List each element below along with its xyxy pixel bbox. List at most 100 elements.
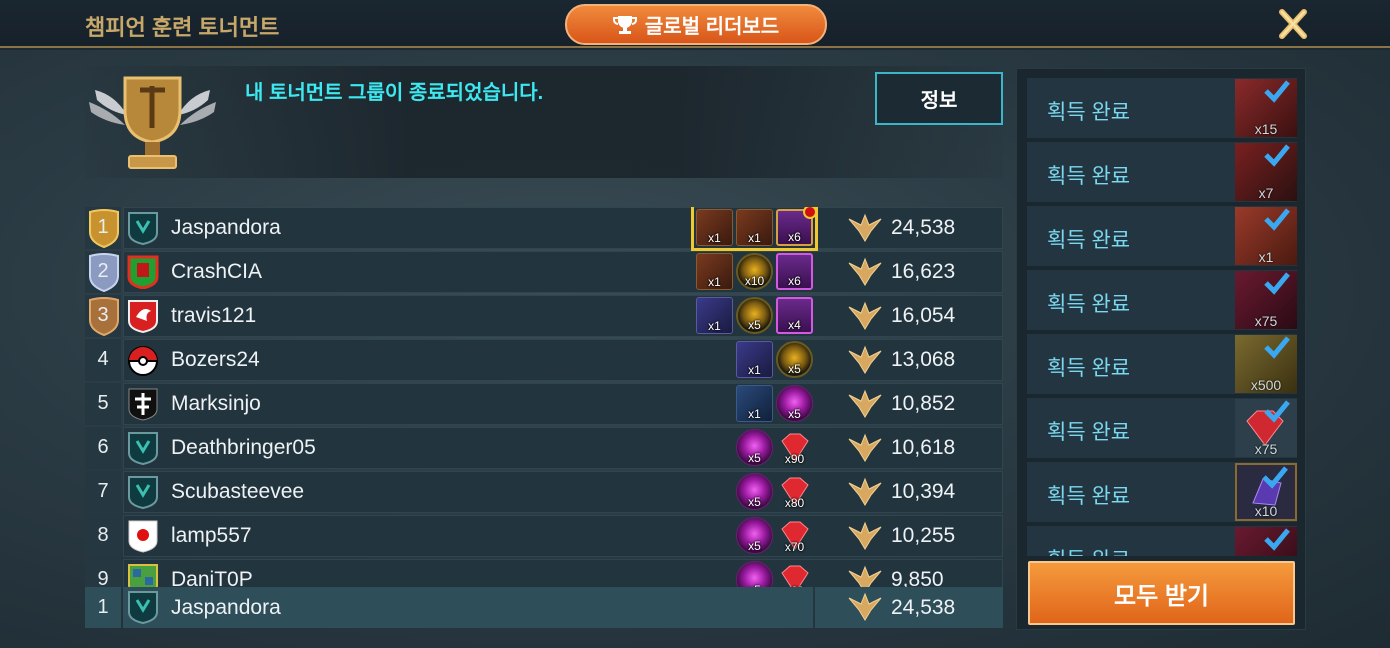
winged-score-icon [848,389,882,418]
table-row[interactable]: 8 lamp557 x5 x70 10,255 [85,515,1003,557]
list-item: 획득 완료 x75 [1027,270,1297,330]
claimed-label: 획득 완료 [1047,101,1131,124]
chest-reward-icon[interactable]: x6 [776,253,813,290]
tome-reward-icon: x7 [1235,143,1297,201]
crystal-reward-icon: x75 [1235,271,1297,329]
rank-number: 6 [97,436,109,458]
rank-number: 5 [97,392,109,414]
table-row[interactable]: 2 CrashCIA x1 x10 x6 16,623 [85,251,1003,293]
tome-reward-icon: x15 [1235,79,1297,137]
claimed-rewards-list[interactable]: 획득 완료 x15 획득 완료 x7 획득 완료 x1 획득 완료 x75 획득… [1027,78,1297,556]
tome-reward-icon[interactable]: x1 [696,209,733,246]
tome-reward-icon[interactable]: x1 [696,297,733,334]
clan-emblem-icon [128,476,158,509]
rank-number: 8 [97,524,109,546]
reward-list: x5 x70 [736,517,813,554]
top-bar: 챔피언 훈련 토너먼트 글로벌 리더보드 [0,0,1390,48]
global-leaderboard-button[interactable]: 글로벌 리더보드 [565,4,827,45]
player-score: 9,850 [891,568,944,587]
clan-emblem-icon [128,564,158,587]
table-row[interactable]: 9 DaniT0P x5 x60 9,850 [85,559,1003,587]
winged-score-icon [848,565,882,587]
ruby-reward-icon[interactable]: x90 [776,429,813,466]
checkmark-icon [1262,466,1288,489]
my-player-name: Jaspandora [171,596,281,619]
table-row[interactable]: 1 Jaspandora x1 x1 x6 24,538 [85,207,1003,251]
close-icon[interactable] [1276,6,1310,42]
coin-reward-icon[interactable]: x5 [736,297,773,334]
coin-reward-icon[interactable]: x10 [736,253,773,290]
checkmark-icon [1264,80,1290,103]
reward-list: x1 x5 [736,341,813,378]
tome-reward-icon[interactable]: x1 [696,253,733,290]
info-button[interactable]: 정보 [875,72,1003,125]
list-item: 획득 완료 [1027,526,1297,556]
coin-reward-icon[interactable]: x5 [776,341,813,378]
chest-reward-icon[interactable]: x4 [776,297,813,334]
ruby-reward-icon[interactable]: x70 [776,517,813,554]
player-score: 13,068 [891,348,956,371]
tome-reward-icon[interactable]: x1 [736,341,773,378]
table-row[interactable]: 6 Deathbringer05 x5 x90 10,618 [85,427,1003,469]
player-name: CrashCIA [171,260,263,283]
potion-reward-icon[interactable]: x5 [736,429,773,466]
list-item: 획득 완료 x7 [1027,142,1297,202]
rank-number: 9 [97,568,109,587]
potion-reward-icon[interactable]: x5 [736,561,773,587]
global-leaderboard-label: 글로벌 리더보드 [644,16,780,38]
potion-reward-icon[interactable]: x5 [736,473,773,510]
ruby-reward-icon: x75 [1235,399,1297,457]
reward-list: x5 x60 [736,561,813,587]
potion-reward-icon[interactable]: x5 [776,385,813,422]
winged-score-icon [848,301,882,330]
table-row[interactable]: 5 Marksinjo x1 x5 10,852 [85,383,1003,425]
claim-all-button[interactable]: 모두 받기 [1028,561,1295,625]
reward-list: x5 x80 [736,473,813,510]
tome-reward-icon[interactable]: x1 [736,209,773,246]
player-name: lamp557 [171,524,252,547]
list-item: 획득 완료 x15 [1027,78,1297,138]
chest-reward-icon[interactable]: x6 [776,207,817,246]
checkmark-icon [1264,528,1290,551]
checkmark-icon [1264,400,1290,423]
rank-number: 4 [97,348,109,370]
clan-emblem-icon [128,591,158,624]
list-item: 획득 완료 x75 [1027,398,1297,458]
page-title: 챔피언 훈련 토너먼트 [85,15,280,40]
potion-reward-icon[interactable]: x5 [736,517,773,554]
table-row[interactable]: 7 Scubasteevee x5 x80 10,394 [85,471,1003,513]
leaderboard-table: 1 Jaspandora x1 x1 x6 24,538 2 CrashCIA … [85,207,1003,587]
list-item: 획득 완료 x500 [1027,334,1297,394]
rank-number: 2 [97,260,109,282]
checkmark-icon [1264,144,1290,167]
my-rank-row[interactable]: 1 Jaspandora 24,538 [85,587,1003,628]
claimed-label: 획득 완료 [1047,293,1131,316]
rank-number: 3 [97,304,109,326]
list-item: 획득 완료 x10 [1027,462,1297,522]
ruby-reward-icon[interactable]: x60 [776,561,813,587]
player-name: Deathbringer05 [171,436,316,459]
table-row[interactable]: 3 travis121 x1 x5 x4 16,054 [85,295,1003,337]
clan-emblem-icon [128,520,158,553]
claimed-label: 획득 완료 [1047,485,1131,508]
player-name: Scubasteevee [171,480,305,503]
shard-reward-icon[interactable]: x1 [736,385,773,422]
clan-emblem-icon [128,388,158,421]
checkmark-icon [1264,272,1290,295]
winged-trophy-icon [89,76,216,169]
table-row[interactable]: 4 Bozers24 x1 x5 13,068 [85,339,1003,381]
player-score: 24,538 [891,216,956,239]
player-score: 10,255 [891,524,956,547]
ruby-reward-icon[interactable]: x80 [776,473,813,510]
claimed-label: 획득 완료 [1047,544,1130,556]
reward-list: x1 x5 [736,385,813,422]
player-score: 10,394 [891,480,956,503]
winged-score-icon [848,213,882,242]
winged-score-icon [848,477,882,506]
player-score: 16,054 [891,304,956,327]
clan-emblem-icon [128,346,158,376]
player-name: Jaspandora [171,216,281,239]
list-item: 획득 완료 x1 [1027,206,1297,266]
checkmark-icon [1264,336,1290,359]
clan-emblem-icon [128,212,158,245]
